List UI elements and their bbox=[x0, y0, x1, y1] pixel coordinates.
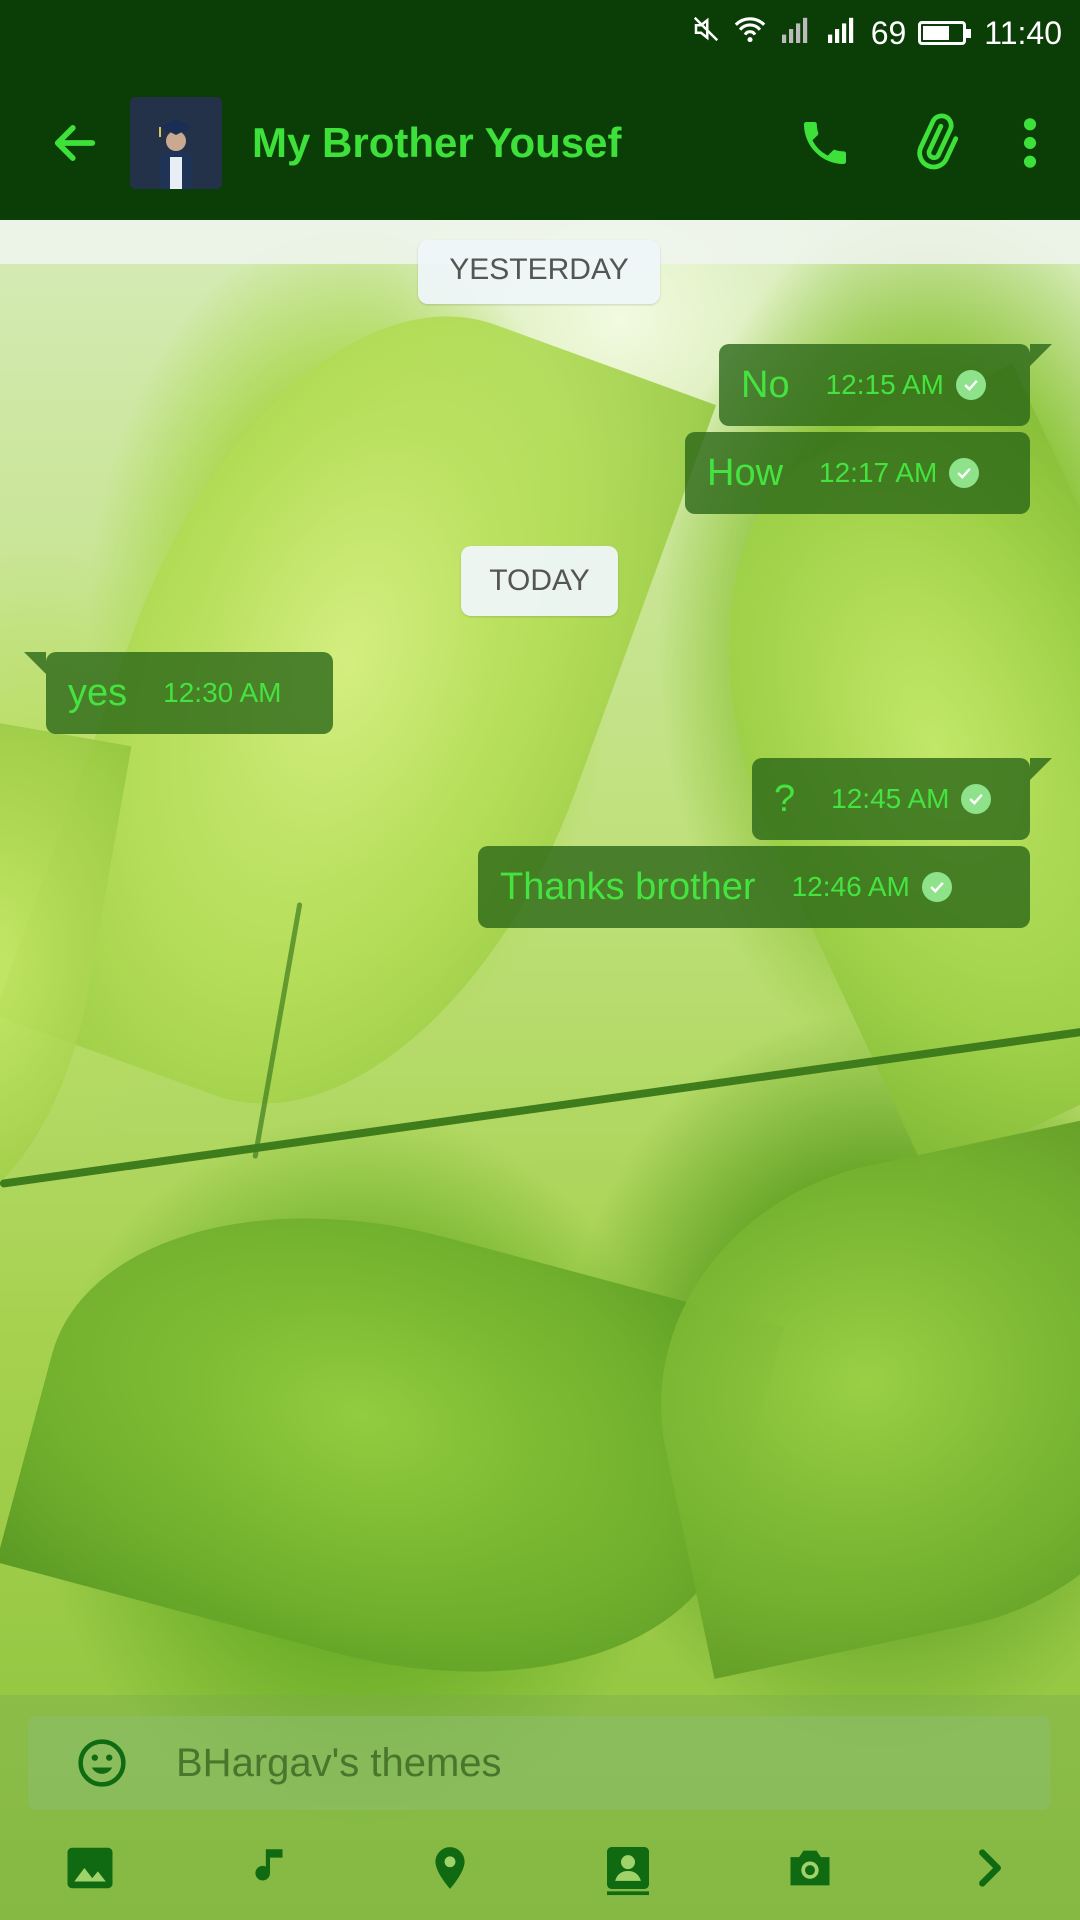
attach-button[interactable] bbox=[900, 108, 970, 178]
image-icon bbox=[67, 1847, 113, 1889]
date-label: TODAY bbox=[489, 564, 590, 597]
contact-name[interactable]: My Brother Yousef bbox=[252, 119, 790, 167]
message-time: 12:45 AM bbox=[831, 783, 950, 814]
camera-icon bbox=[790, 1850, 830, 1886]
contact-card-icon bbox=[607, 1847, 649, 1896]
emoji-icon bbox=[78, 1739, 126, 1787]
read-check-icon bbox=[961, 784, 992, 814]
chat-header: My Brother Yousef bbox=[0, 66, 1080, 220]
message-text: How bbox=[707, 451, 784, 494]
chevron-right-icon bbox=[979, 1849, 1001, 1887]
gallery-button[interactable] bbox=[60, 1838, 120, 1898]
signal-weak-icon bbox=[779, 15, 813, 51]
message-text: yes bbox=[68, 671, 128, 714]
contact-button[interactable] bbox=[598, 1838, 658, 1898]
message-text: ? bbox=[774, 777, 796, 820]
more-attachments-button[interactable] bbox=[960, 1838, 1020, 1898]
message-time: 12:46 AM bbox=[791, 871, 910, 902]
sent-message[interactable]: Thanks brother 12:46 AM bbox=[478, 846, 1030, 928]
message-time: 12:30 AM bbox=[163, 677, 282, 708]
bubble-tail bbox=[24, 652, 46, 674]
message-input-box bbox=[28, 1716, 1050, 1810]
chat-screen: 69 11:40 My Brother Yousef YESTERDAY No … bbox=[0, 0, 1080, 1920]
music-note-icon bbox=[255, 1849, 283, 1881]
read-check-icon bbox=[955, 370, 986, 400]
message-time: 12:17 AM bbox=[819, 457, 938, 488]
emoji-button[interactable] bbox=[74, 1735, 130, 1791]
bubble-tail bbox=[1030, 344, 1052, 366]
status-bar: 69 11:40 bbox=[0, 0, 1080, 66]
attachment-toolbar bbox=[0, 1828, 1080, 1908]
phone-icon bbox=[804, 122, 846, 164]
battery-percent: 69 bbox=[870, 14, 907, 51]
more-options-button[interactable] bbox=[1010, 108, 1050, 178]
mute-icon bbox=[691, 14, 721, 52]
message-input[interactable] bbox=[174, 1739, 938, 1787]
bubble-tail bbox=[1030, 758, 1052, 780]
message-text: No bbox=[741, 363, 790, 406]
sent-message[interactable]: ? 12:45 AM bbox=[752, 758, 1052, 840]
clock: 11:40 bbox=[984, 14, 1062, 51]
contact-avatar[interactable] bbox=[130, 97, 222, 189]
message-text: Thanks brother bbox=[500, 865, 756, 908]
call-button[interactable] bbox=[790, 108, 860, 178]
message-time: 12:15 AM bbox=[825, 369, 944, 400]
battery-fill bbox=[923, 26, 950, 40]
signal-icon bbox=[825, 15, 859, 51]
more-vert-icon bbox=[1023, 118, 1037, 168]
sent-message[interactable]: No 12:15 AM bbox=[719, 344, 1052, 426]
back-arrow-icon bbox=[54, 125, 96, 161]
paperclip-icon bbox=[917, 113, 959, 170]
received-message[interactable]: yes 12:30 AM bbox=[24, 652, 333, 734]
read-check-icon bbox=[921, 872, 952, 902]
back-button[interactable] bbox=[40, 108, 110, 178]
battery-icon bbox=[918, 21, 972, 45]
date-separator: YESTERDAY bbox=[418, 240, 660, 304]
date-separator: TODAY bbox=[461, 546, 618, 616]
location-button[interactable] bbox=[420, 1838, 480, 1898]
audio-button[interactable] bbox=[240, 1838, 300, 1898]
wifi-icon bbox=[733, 14, 767, 52]
sent-message[interactable]: How 12:17 AM bbox=[685, 432, 1030, 514]
date-label: YESTERDAY bbox=[449, 253, 629, 286]
read-check-icon bbox=[949, 458, 980, 488]
camera-button[interactable] bbox=[780, 1838, 840, 1898]
location-pin-icon bbox=[435, 1847, 465, 1889]
